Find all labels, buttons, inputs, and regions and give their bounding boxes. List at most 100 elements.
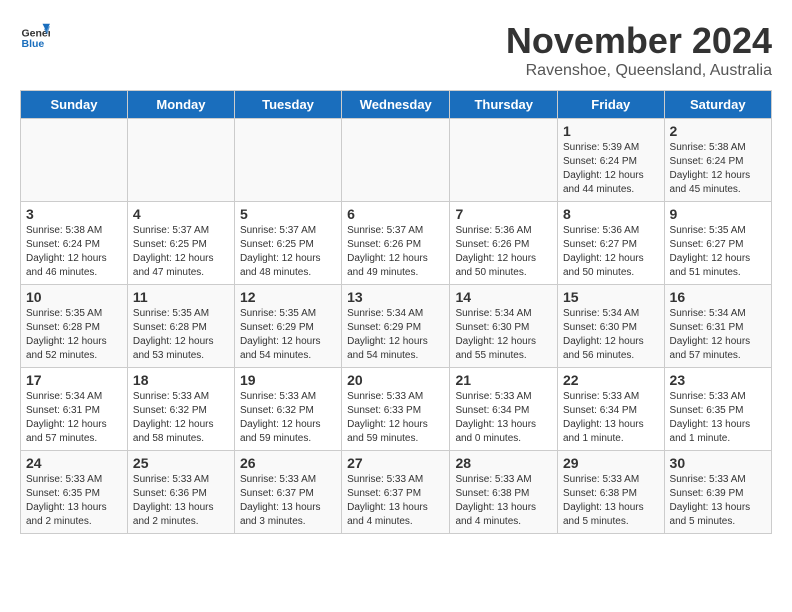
week-row-5: 24 Sunrise: 5:33 AM Sunset: 6:35 PM Dayli… xyxy=(21,451,772,534)
calendar-cell: 13 Sunrise: 5:34 AM Sunset: 6:29 PM Dayli… xyxy=(342,285,450,368)
day-number: 2 xyxy=(670,123,766,139)
calendar-cell: 15 Sunrise: 5:34 AM Sunset: 6:30 PM Dayli… xyxy=(558,285,665,368)
day-info: Sunrise: 5:33 AM Sunset: 6:39 PM Dayligh… xyxy=(670,473,766,529)
calendar-cell: 10 Sunrise: 5:35 AM Sunset: 6:28 PM Dayli… xyxy=(21,285,128,368)
calendar-cell xyxy=(21,119,128,202)
calendar-cell: 16 Sunrise: 5:34 AM Sunset: 6:31 PM Dayli… xyxy=(664,285,771,368)
week-row-1: 1 Sunrise: 5:39 AM Sunset: 6:24 PM Daylig… xyxy=(21,119,772,202)
day-info: Sunrise: 5:33 AM Sunset: 6:32 PM Dayligh… xyxy=(240,390,336,446)
day-info: Sunrise: 5:33 AM Sunset: 6:35 PM Dayligh… xyxy=(26,473,122,529)
calendar-cell: 4 Sunrise: 5:37 AM Sunset: 6:25 PM Daylig… xyxy=(127,202,234,285)
day-info: Sunrise: 5:34 AM Sunset: 6:31 PM Dayligh… xyxy=(670,307,766,363)
calendar-cell: 17Sunrise: 5:34 AM Sunset: 6:31 PM Dayli… xyxy=(21,368,128,451)
day-number: 1 xyxy=(563,123,659,139)
calendar-cell: 5Sunrise: 5:37 AM Sunset: 6:25 PM Daylig… xyxy=(234,202,341,285)
logo-icon: General Blue xyxy=(20,20,50,50)
day-number: 4 xyxy=(133,206,229,222)
calendar-cell: 24 Sunrise: 5:33 AM Sunset: 6:35 PM Dayli… xyxy=(21,451,128,534)
weekday-header-wednesday: Wednesday xyxy=(342,91,450,119)
day-number: 3 xyxy=(26,206,122,222)
calendar-body: 1 Sunrise: 5:39 AM Sunset: 6:24 PM Daylig… xyxy=(21,119,772,534)
calendar-cell: 9 Sunrise: 5:35 AM Sunset: 6:27 PM Daylig… xyxy=(664,202,771,285)
day-info: Sunrise: 5:33 AM Sunset: 6:37 PM Dayligh… xyxy=(240,473,336,529)
weekday-header-sunday: Sunday xyxy=(21,91,128,119)
day-info: Sunrise: 5:33 AM Sunset: 6:37 PM Dayligh… xyxy=(347,473,444,529)
week-row-4: 17Sunrise: 5:34 AM Sunset: 6:31 PM Dayli… xyxy=(21,368,772,451)
day-number: 8 xyxy=(563,206,659,222)
day-info: Sunrise: 5:33 AM Sunset: 6:33 PM Dayligh… xyxy=(347,390,444,446)
day-number: 19 xyxy=(240,372,336,388)
calendar-cell: 29Sunrise: 5:33 AM Sunset: 6:38 PM Dayli… xyxy=(558,451,665,534)
weekday-header-row: SundayMondayTuesdayWednesdayThursdayFrid… xyxy=(21,91,772,119)
day-info: Sunrise: 5:35 AM Sunset: 6:28 PM Dayligh… xyxy=(26,307,122,363)
day-number: 25 xyxy=(133,455,229,471)
day-number: 20 xyxy=(347,372,444,388)
day-info: Sunrise: 5:33 AM Sunset: 6:38 PM Dayligh… xyxy=(455,473,552,529)
calendar-cell xyxy=(127,119,234,202)
svg-text:Blue: Blue xyxy=(22,38,45,50)
day-info: Sunrise: 5:34 AM Sunset: 6:29 PM Dayligh… xyxy=(347,307,444,363)
day-info: Sunrise: 5:37 AM Sunset: 6:26 PM Dayligh… xyxy=(347,224,444,280)
day-info: Sunrise: 5:39 AM Sunset: 6:24 PM Dayligh… xyxy=(563,141,659,197)
calendar-cell: 18 Sunrise: 5:33 AM Sunset: 6:32 PM Dayli… xyxy=(127,368,234,451)
day-number: 27 xyxy=(347,455,444,471)
calendar-cell: 2 Sunrise: 5:38 AM Sunset: 6:24 PM Daylig… xyxy=(664,119,771,202)
calendar-cell: 12 Sunrise: 5:35 AM Sunset: 6:29 PM Dayli… xyxy=(234,285,341,368)
calendar-cell: 21 Sunrise: 5:33 AM Sunset: 6:34 PM Dayli… xyxy=(450,368,558,451)
day-info: Sunrise: 5:33 AM Sunset: 6:32 PM Dayligh… xyxy=(133,390,229,446)
week-row-3: 10 Sunrise: 5:35 AM Sunset: 6:28 PM Dayli… xyxy=(21,285,772,368)
day-info: Sunrise: 5:38 AM Sunset: 6:24 PM Dayligh… xyxy=(670,141,766,197)
calendar-cell: 20 Sunrise: 5:33 AM Sunset: 6:33 PM Dayli… xyxy=(342,368,450,451)
day-number: 10 xyxy=(26,289,122,305)
calendar-table: SundayMondayTuesdayWednesdayThursdayFrid… xyxy=(20,90,772,534)
calendar-cell: 1 Sunrise: 5:39 AM Sunset: 6:24 PM Daylig… xyxy=(558,119,665,202)
day-number: 30 xyxy=(670,455,766,471)
day-info: Sunrise: 5:34 AM Sunset: 6:30 PM Dayligh… xyxy=(563,307,659,363)
day-info: Sunrise: 5:37 AM Sunset: 6:25 PM Dayligh… xyxy=(133,224,229,280)
weekday-header-friday: Friday xyxy=(558,91,665,119)
day-info: Sunrise: 5:33 AM Sunset: 6:36 PM Dayligh… xyxy=(133,473,229,529)
day-number: 13 xyxy=(347,289,444,305)
calendar-cell: 6Sunrise: 5:37 AM Sunset: 6:26 PM Daylig… xyxy=(342,202,450,285)
calendar-cell: 3Sunrise: 5:38 AM Sunset: 6:24 PM Daylig… xyxy=(21,202,128,285)
day-info: Sunrise: 5:35 AM Sunset: 6:27 PM Dayligh… xyxy=(670,224,766,280)
weekday-header-monday: Monday xyxy=(127,91,234,119)
calendar-cell xyxy=(342,119,450,202)
title-section: November 2024 Ravenshoe, Queensland, Aus… xyxy=(506,20,772,80)
day-info: Sunrise: 5:33 AM Sunset: 6:34 PM Dayligh… xyxy=(455,390,552,446)
day-number: 14 xyxy=(455,289,552,305)
day-number: 15 xyxy=(563,289,659,305)
day-number: 18 xyxy=(133,372,229,388)
calendar-cell: 7 Sunrise: 5:36 AM Sunset: 6:26 PM Daylig… xyxy=(450,202,558,285)
day-number: 23 xyxy=(670,372,766,388)
week-row-2: 3Sunrise: 5:38 AM Sunset: 6:24 PM Daylig… xyxy=(21,202,772,285)
day-info: Sunrise: 5:35 AM Sunset: 6:28 PM Dayligh… xyxy=(133,307,229,363)
calendar-cell: 23 Sunrise: 5:33 AM Sunset: 6:35 PM Dayli… xyxy=(664,368,771,451)
day-info: Sunrise: 5:33 AM Sunset: 6:34 PM Dayligh… xyxy=(563,390,659,446)
day-number: 24 xyxy=(26,455,122,471)
weekday-header-tuesday: Tuesday xyxy=(234,91,341,119)
main-title: November 2024 xyxy=(506,20,772,62)
day-number: 26 xyxy=(240,455,336,471)
calendar-cell: 19 Sunrise: 5:33 AM Sunset: 6:32 PM Dayli… xyxy=(234,368,341,451)
day-info: Sunrise: 5:35 AM Sunset: 6:29 PM Dayligh… xyxy=(240,307,336,363)
day-number: 9 xyxy=(670,206,766,222)
day-info: Sunrise: 5:33 AM Sunset: 6:35 PM Dayligh… xyxy=(670,390,766,446)
calendar-cell: 30 Sunrise: 5:33 AM Sunset: 6:39 PM Dayli… xyxy=(664,451,771,534)
day-number: 7 xyxy=(455,206,552,222)
calendar-cell xyxy=(450,119,558,202)
day-number: 21 xyxy=(455,372,552,388)
calendar-cell: 22Sunrise: 5:33 AM Sunset: 6:34 PM Dayli… xyxy=(558,368,665,451)
subtitle: Ravenshoe, Queensland, Australia xyxy=(506,62,772,80)
calendar-cell: 8Sunrise: 5:36 AM Sunset: 6:27 PM Daylig… xyxy=(558,202,665,285)
day-number: 12 xyxy=(240,289,336,305)
day-info: Sunrise: 5:36 AM Sunset: 6:26 PM Dayligh… xyxy=(455,224,552,280)
calendar-cell xyxy=(234,119,341,202)
day-number: 28 xyxy=(455,455,552,471)
day-number: 5 xyxy=(240,206,336,222)
calendar-cell: 25 Sunrise: 5:33 AM Sunset: 6:36 PM Dayli… xyxy=(127,451,234,534)
day-info: Sunrise: 5:33 AM Sunset: 6:38 PM Dayligh… xyxy=(563,473,659,529)
day-number: 16 xyxy=(670,289,766,305)
day-info: Sunrise: 5:34 AM Sunset: 6:31 PM Dayligh… xyxy=(26,390,122,446)
logo: General Blue xyxy=(20,20,50,50)
